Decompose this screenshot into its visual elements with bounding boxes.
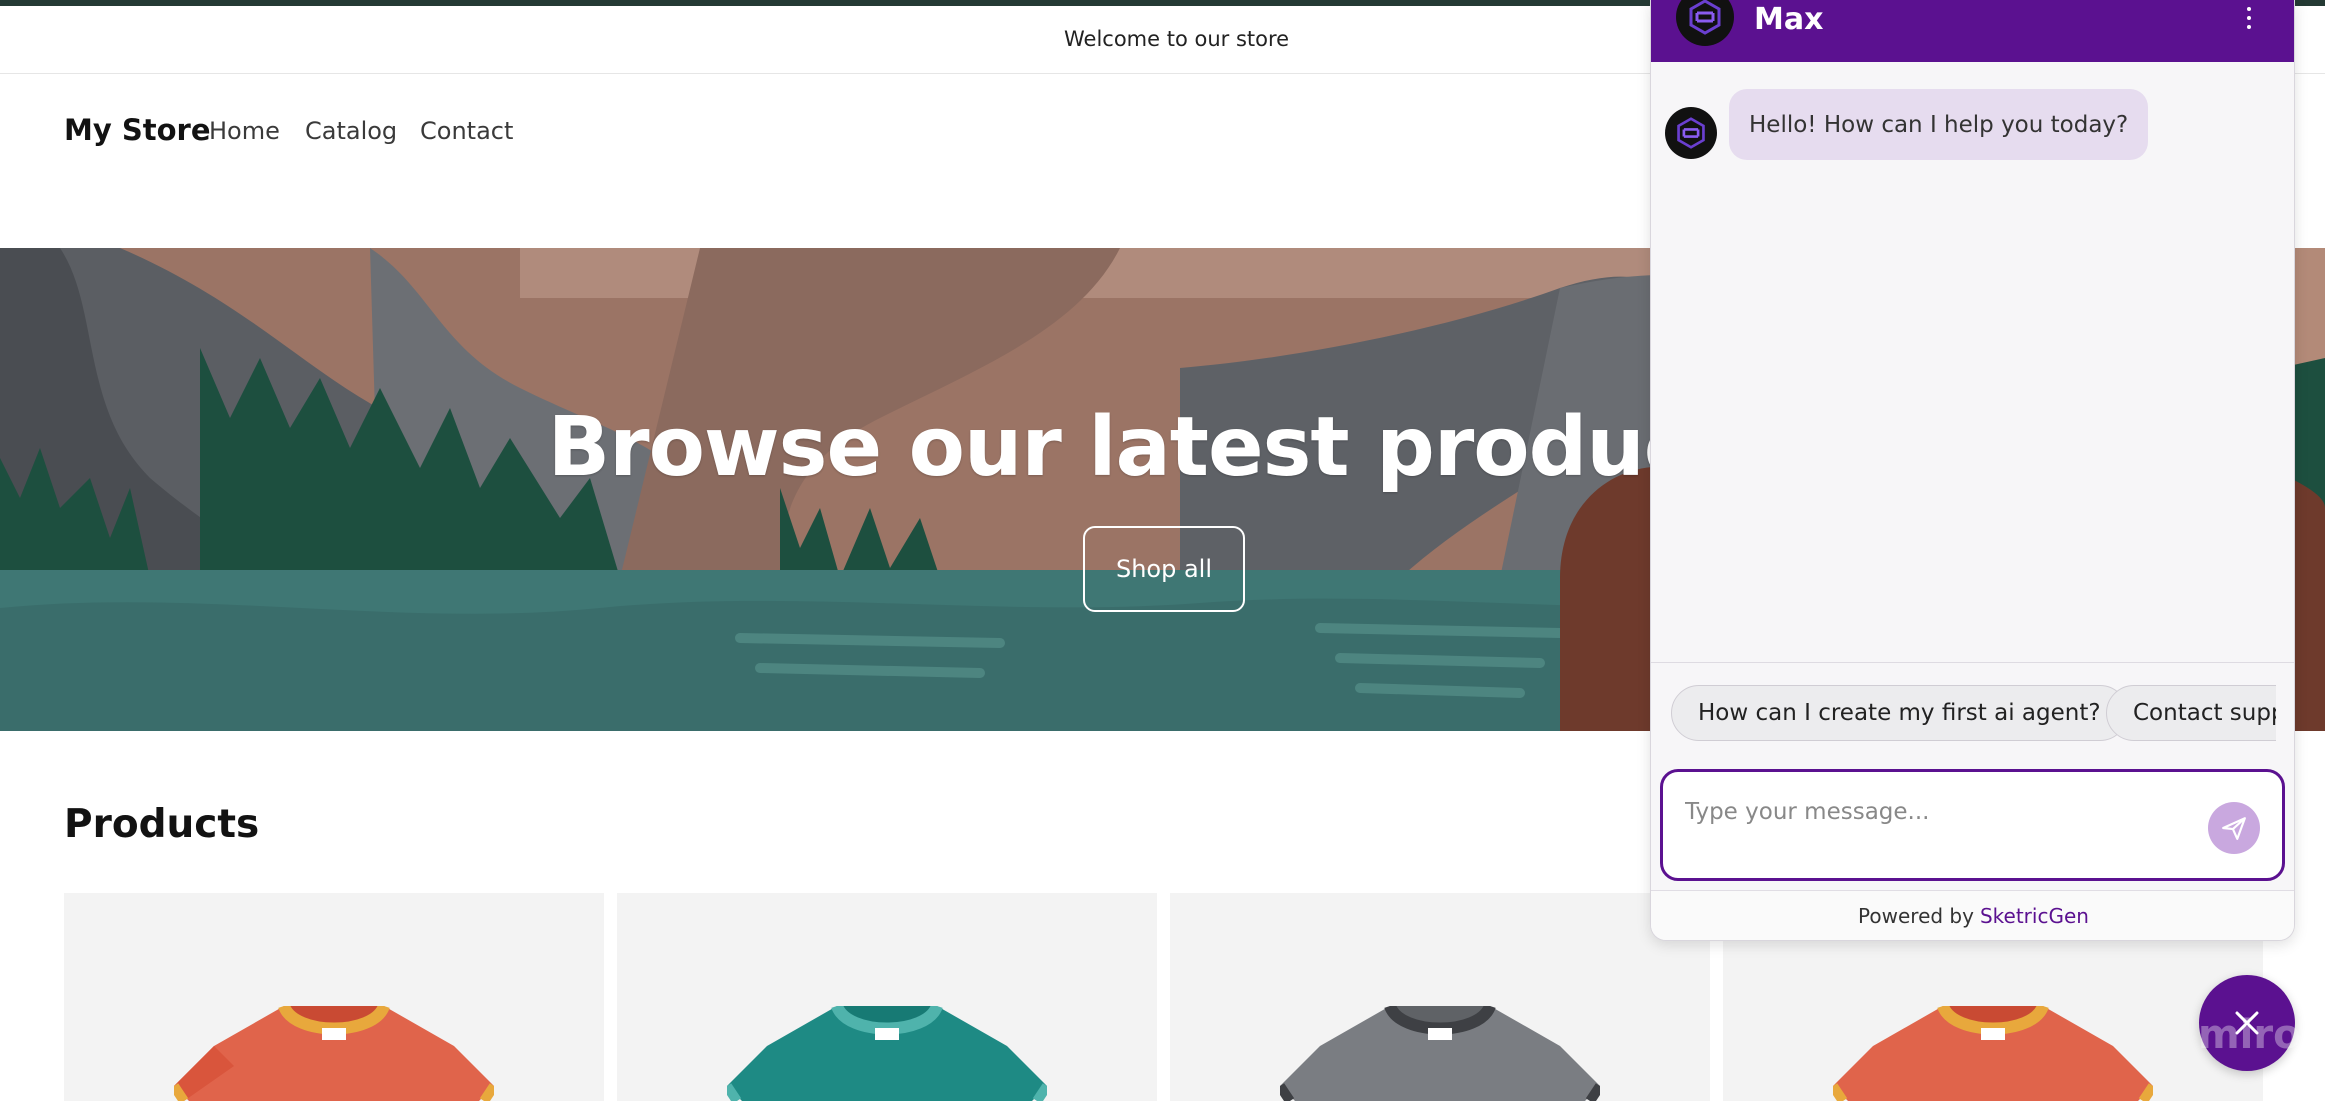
store-logo[interactable]: My Store: [64, 113, 211, 147]
agent-logo-icon: [1677, 117, 1705, 149]
tshirt-gray-icon: [1280, 1006, 1600, 1101]
message-avatar: [1665, 107, 1717, 159]
product-card[interactable]: [1170, 893, 1710, 1101]
powered-by-label: Powered by: [1858, 904, 1974, 928]
send-button[interactable]: [2208, 802, 2260, 854]
suggestion-chips: How can I create my first ai agent? Cont…: [1651, 662, 2294, 766]
chat-header: Max: [1651, 0, 2294, 62]
product-card[interactable]: [617, 893, 1157, 1101]
suggestion-chip[interactable]: Contact supp: [2106, 685, 2276, 741]
announcement-text: Welcome to our store: [1064, 27, 1290, 51]
agent-avatar: [1676, 0, 1734, 46]
tshirt-orange-icon: [174, 1006, 494, 1101]
nav-catalog-link[interactable]: Catalog: [305, 117, 397, 145]
agent-name: Max: [1754, 2, 1824, 37]
watermark-text: miro: [2198, 1012, 2301, 1058]
chat-widget: Max Hello! How can I help you today? How…: [1650, 0, 2295, 941]
shop-all-button[interactable]: Shop all: [1083, 526, 1245, 612]
powered-by-brand-link[interactable]: SketricGen: [1980, 904, 2089, 928]
suggestion-chip[interactable]: How can I create my first ai agent?: [1671, 685, 2128, 741]
tshirt-orange-icon: [1833, 1006, 2153, 1101]
nav-contact-link[interactable]: Contact: [420, 117, 513, 145]
message-input[interactable]: [1685, 794, 2205, 830]
message-input-box: [1660, 769, 2285, 881]
nav-home-link[interactable]: Home: [209, 117, 280, 145]
powered-by-footer: Powered by SketricGen: [1651, 890, 2294, 940]
tshirt-teal-icon: [727, 1006, 1047, 1101]
agent-message-bubble: Hello! How can I help you today?: [1729, 89, 2149, 160]
send-icon: [2222, 817, 2246, 840]
product-card[interactable]: [64, 893, 604, 1101]
products-heading: Products: [64, 802, 260, 847]
agent-logo-icon: [1689, 0, 1721, 35]
more-options-icon[interactable]: [2242, 4, 2256, 32]
